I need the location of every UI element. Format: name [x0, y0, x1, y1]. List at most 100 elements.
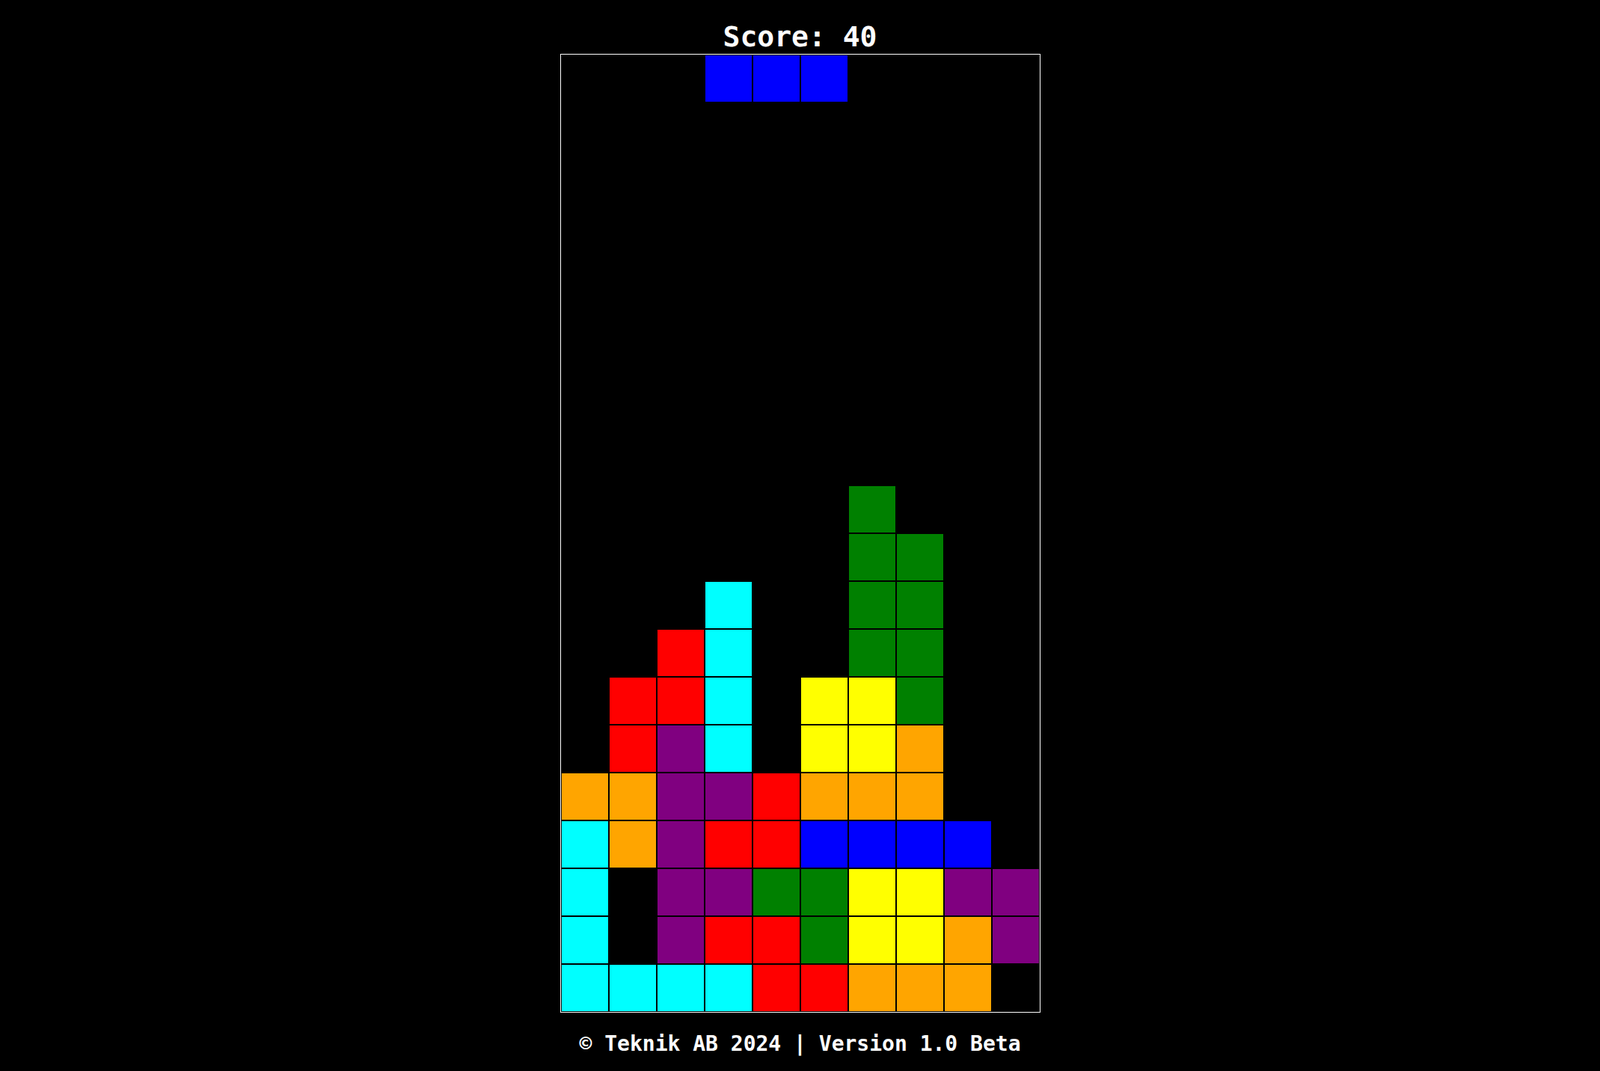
filled-cell: [943, 916, 992, 965]
empty-cell: [561, 102, 609, 151]
filled-cell: [656, 820, 705, 869]
filled-cell: [704, 820, 753, 869]
filled-cell: [896, 964, 944, 1013]
filled-cell: [848, 916, 897, 965]
empty-cell: [656, 437, 705, 486]
empty-cell: [800, 102, 849, 151]
filled-cell: [561, 964, 609, 1013]
filled-cell: [608, 724, 657, 773]
empty-cell: [800, 341, 849, 390]
empty-cell: [991, 629, 1040, 677]
empty-cell: [656, 54, 705, 103]
empty-cell: [704, 341, 753, 390]
filled-cell: [656, 724, 705, 773]
empty-cell: [656, 341, 705, 390]
empty-cell: [943, 533, 992, 582]
empty-cell: [561, 485, 609, 534]
empty-cell: [800, 581, 849, 630]
filled-cell: [848, 964, 897, 1013]
empty-cell: [943, 198, 992, 247]
empty-cell: [608, 341, 657, 390]
filled-cell: [800, 772, 849, 821]
empty-cell: [991, 581, 1040, 630]
empty-cell: [561, 724, 609, 773]
game-board[interactable]: [560, 53, 1041, 1013]
filled-cell: [561, 820, 609, 869]
empty-cell: [991, 724, 1040, 773]
filled-cell: [800, 820, 849, 869]
empty-cell: [656, 102, 705, 151]
filled-cell: [704, 629, 753, 677]
filled-cell: [704, 868, 753, 917]
empty-cell: [752, 437, 801, 486]
filled-cell: [800, 54, 849, 103]
empty-cell: [800, 485, 849, 534]
empty-cell: [991, 533, 1040, 582]
empty-cell: [561, 150, 609, 199]
filled-cell: [896, 772, 944, 821]
empty-cell: [800, 437, 849, 486]
empty-cell: [991, 437, 1040, 486]
empty-cell: [704, 150, 753, 199]
filled-cell: [561, 916, 609, 965]
empty-cell: [943, 341, 992, 390]
empty-cell: [608, 868, 657, 917]
filled-cell: [704, 964, 753, 1013]
empty-cell: [608, 293, 657, 342]
empty-cell: [800, 198, 849, 247]
empty-cell: [943, 54, 992, 103]
filled-cell: [848, 629, 897, 677]
empty-cell: [561, 629, 609, 677]
empty-cell: [896, 293, 944, 342]
empty-cell: [943, 629, 992, 677]
filled-cell: [896, 629, 944, 677]
empty-cell: [896, 246, 944, 294]
filled-cell: [656, 916, 705, 965]
empty-cell: [991, 485, 1040, 534]
empty-cell: [561, 246, 609, 294]
empty-cell: [704, 102, 753, 151]
empty-cell: [848, 437, 897, 486]
filled-cell: [704, 916, 753, 965]
empty-cell: [848, 389, 897, 438]
filled-cell: [896, 868, 944, 917]
empty-cell: [656, 533, 705, 582]
empty-cell: [752, 389, 801, 438]
empty-cell: [896, 341, 944, 390]
empty-cell: [561, 293, 609, 342]
filled-cell: [704, 724, 753, 773]
filled-cell: [896, 533, 944, 582]
empty-cell: [848, 150, 897, 199]
empty-cell: [704, 437, 753, 486]
empty-cell: [752, 533, 801, 582]
empty-cell: [991, 964, 1040, 1013]
empty-cell: [608, 533, 657, 582]
empty-cell: [896, 485, 944, 534]
filled-cell: [848, 676, 897, 725]
filled-cell: [752, 54, 801, 103]
empty-cell: [608, 437, 657, 486]
empty-cell: [896, 437, 944, 486]
filled-cell: [656, 676, 705, 725]
empty-cell: [991, 820, 1040, 869]
empty-cell: [608, 581, 657, 630]
empty-cell: [943, 102, 992, 151]
filled-cell: [800, 724, 849, 773]
empty-cell: [991, 246, 1040, 294]
filled-cell: [704, 54, 753, 103]
filled-cell: [896, 581, 944, 630]
empty-cell: [608, 629, 657, 677]
empty-cell: [943, 724, 992, 773]
empty-cell: [800, 389, 849, 438]
footer-text: © Teknik AB 2024 | Version 1.0 Beta: [578, 1033, 1021, 1055]
empty-cell: [991, 389, 1040, 438]
filled-cell: [704, 676, 753, 725]
empty-cell: [991, 772, 1040, 821]
empty-cell: [752, 198, 801, 247]
empty-cell: [943, 150, 992, 199]
empty-cell: [752, 629, 801, 677]
empty-cell: [656, 389, 705, 438]
empty-cell: [608, 150, 657, 199]
filled-cell: [752, 916, 801, 965]
filled-cell: [704, 581, 753, 630]
